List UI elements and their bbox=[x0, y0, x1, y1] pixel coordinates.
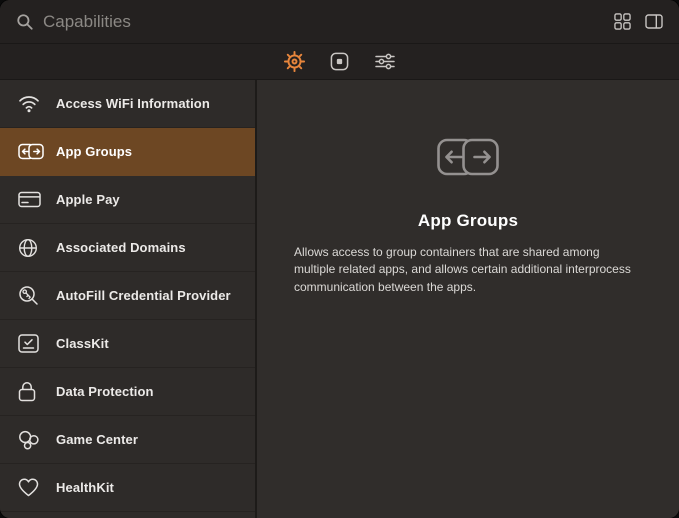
capability-label: HealthKit bbox=[56, 480, 114, 495]
grid-view-icon[interactable] bbox=[614, 13, 631, 30]
capability-row-associated-domains[interactable]: Associated Domains bbox=[0, 224, 255, 272]
library-content: Access WiFi Information App Groups Apple… bbox=[0, 80, 679, 518]
capability-row-game-center[interactable]: Game Center bbox=[0, 416, 255, 464]
lock-icon bbox=[18, 381, 46, 402]
wifi-icon bbox=[18, 94, 46, 113]
view-switcher bbox=[614, 13, 663, 30]
capability-label: AutoFill Credential Provider bbox=[56, 288, 231, 303]
capability-library-window: Access WiFi Information App Groups Apple… bbox=[0, 0, 679, 518]
search-bar bbox=[0, 0, 679, 44]
search-icon bbox=[16, 13, 34, 31]
credit-card-icon bbox=[18, 191, 46, 208]
app-groups-icon-large bbox=[257, 138, 679, 177]
detail-panel: App Groups Allows access to group contai… bbox=[257, 80, 679, 518]
bubbles-icon bbox=[18, 430, 46, 450]
snippet-square-icon[interactable] bbox=[327, 49, 353, 75]
capability-row-data-protection[interactable]: Data Protection bbox=[0, 368, 255, 416]
capability-list: Access WiFi Information App Groups Apple… bbox=[0, 80, 257, 518]
checklist-icon bbox=[18, 334, 46, 353]
capability-row-classkit[interactable]: ClassKit bbox=[0, 320, 255, 368]
capability-label: ClassKit bbox=[56, 336, 109, 351]
capability-label: Data Protection bbox=[56, 384, 154, 399]
detail-description: Allows access to group containers that a… bbox=[294, 245, 631, 294]
key-magnifier-icon bbox=[18, 285, 46, 306]
capability-row-autofill-credential-provider[interactable]: AutoFill Credential Provider bbox=[0, 272, 255, 320]
capability-label: App Groups bbox=[56, 144, 133, 159]
capability-row-app-groups[interactable]: App Groups bbox=[0, 128, 255, 176]
capability-label: Access WiFi Information bbox=[56, 96, 210, 111]
capability-row-access-wifi-information[interactable]: Access WiFi Information bbox=[0, 80, 255, 128]
capability-row-healthkit[interactable]: HealthKit bbox=[0, 464, 255, 512]
capabilities-gear-icon[interactable] bbox=[282, 49, 308, 75]
app-groups-icon bbox=[18, 143, 46, 160]
heart-icon bbox=[18, 478, 46, 497]
capability-label: Associated Domains bbox=[56, 240, 186, 255]
globe-icon bbox=[18, 238, 46, 258]
capability-label: Apple Pay bbox=[56, 192, 120, 207]
filter-sliders-icon[interactable] bbox=[372, 49, 398, 75]
panel-view-icon[interactable] bbox=[645, 14, 663, 29]
capability-row-apple-pay[interactable]: Apple Pay bbox=[0, 176, 255, 224]
capability-label: Game Center bbox=[56, 432, 139, 447]
search-input[interactable] bbox=[43, 11, 614, 32]
detail-title: App Groups bbox=[417, 211, 519, 230]
library-toolbar bbox=[0, 44, 679, 80]
